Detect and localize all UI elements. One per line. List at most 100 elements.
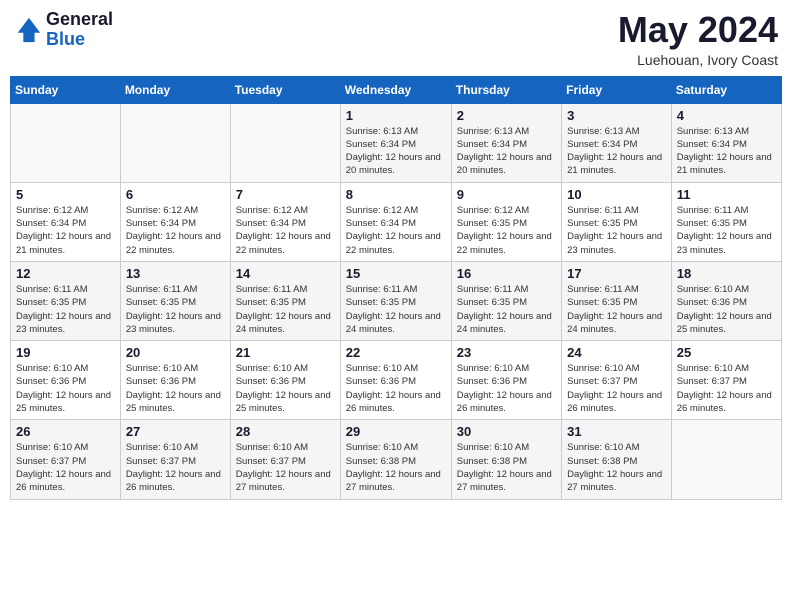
day-info: Sunrise: 6:12 AM Sunset: 6:34 PM Dayligh… [346, 204, 446, 257]
day-info: Sunrise: 6:10 AM Sunset: 6:37 PM Dayligh… [567, 362, 666, 415]
day-info: Sunrise: 6:11 AM Sunset: 6:35 PM Dayligh… [567, 283, 666, 336]
day-info: Sunrise: 6:11 AM Sunset: 6:35 PM Dayligh… [457, 283, 556, 336]
day-number: 20 [126, 345, 225, 360]
day-number: 19 [16, 345, 115, 360]
day-info: Sunrise: 6:12 AM Sunset: 6:35 PM Dayligh… [457, 204, 556, 257]
day-number: 30 [457, 424, 556, 439]
day-number: 3 [567, 108, 666, 123]
day-info: Sunrise: 6:11 AM Sunset: 6:35 PM Dayligh… [567, 204, 666, 257]
day-number: 15 [346, 266, 446, 281]
day-info: Sunrise: 6:12 AM Sunset: 6:34 PM Dayligh… [236, 204, 335, 257]
day-info: Sunrise: 6:10 AM Sunset: 6:37 PM Dayligh… [126, 441, 225, 494]
day-info: Sunrise: 6:10 AM Sunset: 6:37 PM Dayligh… [236, 441, 335, 494]
calendar-cell: 25Sunrise: 6:10 AM Sunset: 6:37 PM Dayli… [671, 341, 781, 420]
day-info: Sunrise: 6:10 AM Sunset: 6:36 PM Dayligh… [677, 283, 776, 336]
calendar-cell: 19 Sunrise: 6:10 AM Sunset: 6:36 PM Dayli… [11, 341, 121, 420]
logo-line1: General [46, 10, 113, 30]
calendar-cell: 3 Sunrise: 6:13 AM Sunset: 6:34 PM Daylig… [562, 103, 672, 182]
calendar-cell: 15 Sunrise: 6:11 AM Sunset: 6:35 PM Dayli… [340, 261, 451, 340]
weekday-header-sunday: Sunday [11, 76, 121, 103]
logo: General Blue [14, 10, 113, 50]
calendar-cell [671, 420, 781, 499]
day-number: 10 [567, 187, 666, 202]
calendar-cell [230, 103, 340, 182]
day-info: Sunrise: 6:10 AM Sunset: 6:38 PM Dayligh… [346, 441, 446, 494]
day-number: 4 [677, 108, 776, 123]
day-number: 31 [567, 424, 666, 439]
calendar-week-row: 12 Sunrise: 6:11 AM Sunset: 6:35 PM Dayli… [11, 261, 782, 340]
day-info: Sunrise: 6:11 AM Sunset: 6:35 PM Dayligh… [126, 283, 225, 336]
calendar-cell: 12 Sunrise: 6:11 AM Sunset: 6:35 PM Dayli… [11, 261, 121, 340]
logo-icon [14, 16, 42, 44]
day-number: 24 [567, 345, 666, 360]
calendar-cell: 8 Sunrise: 6:12 AM Sunset: 6:34 PM Daylig… [340, 182, 451, 261]
day-info: Sunrise: 6:10 AM Sunset: 6:36 PM Dayligh… [236, 362, 335, 415]
day-info: Sunrise: 6:12 AM Sunset: 6:34 PM Dayligh… [126, 204, 225, 257]
day-number: 9 [457, 187, 556, 202]
weekday-header-wednesday: Wednesday [340, 76, 451, 103]
calendar-cell: 16 Sunrise: 6:11 AM Sunset: 6:35 PM Dayli… [451, 261, 561, 340]
calendar-week-row: 5Sunrise: 6:12 AM Sunset: 6:34 PM Daylig… [11, 182, 782, 261]
day-info: Sunrise: 6:10 AM Sunset: 6:36 PM Dayligh… [16, 362, 115, 415]
day-number: 29 [346, 424, 446, 439]
day-info: Sunrise: 6:13 AM Sunset: 6:34 PM Dayligh… [677, 125, 776, 178]
calendar-cell: 18 Sunrise: 6:10 AM Sunset: 6:36 PM Dayli… [671, 261, 781, 340]
calendar-cell: 13Sunrise: 6:11 AM Sunset: 6:35 PM Dayli… [120, 261, 230, 340]
calendar-cell: 21 Sunrise: 6:10 AM Sunset: 6:36 PM Dayli… [230, 341, 340, 420]
day-info: Sunrise: 6:11 AM Sunset: 6:35 PM Dayligh… [677, 204, 776, 257]
calendar-week-row: 1 Sunrise: 6:13 AM Sunset: 6:34 PM Daylig… [11, 103, 782, 182]
day-number: 18 [677, 266, 776, 281]
weekday-header-monday: Monday [120, 76, 230, 103]
title-block: May 2024 Luehouan, Ivory Coast [618, 10, 778, 68]
weekday-header-saturday: Saturday [671, 76, 781, 103]
calendar-cell [11, 103, 121, 182]
day-info: Sunrise: 6:10 AM Sunset: 6:36 PM Dayligh… [457, 362, 556, 415]
calendar-cell [120, 103, 230, 182]
weekday-header-friday: Friday [562, 76, 672, 103]
calendar-table: SundayMondayTuesdayWednesdayThursdayFrid… [10, 76, 782, 500]
day-number: 2 [457, 108, 556, 123]
day-info: Sunrise: 6:10 AM Sunset: 6:37 PM Dayligh… [16, 441, 115, 494]
day-info: Sunrise: 6:13 AM Sunset: 6:34 PM Dayligh… [346, 125, 446, 178]
location: Luehouan, Ivory Coast [618, 52, 778, 68]
day-info: Sunrise: 6:13 AM Sunset: 6:34 PM Dayligh… [567, 125, 666, 178]
month-title: May 2024 [618, 10, 778, 50]
weekday-header-tuesday: Tuesday [230, 76, 340, 103]
day-number: 16 [457, 266, 556, 281]
day-number: 1 [346, 108, 446, 123]
calendar-cell: 29 Sunrise: 6:10 AM Sunset: 6:38 PM Dayli… [340, 420, 451, 499]
calendar-cell: 9 Sunrise: 6:12 AM Sunset: 6:35 PM Daylig… [451, 182, 561, 261]
day-info: Sunrise: 6:10 AM Sunset: 6:38 PM Dayligh… [567, 441, 666, 494]
calendar-cell: 24 Sunrise: 6:10 AM Sunset: 6:37 PM Dayli… [562, 341, 672, 420]
day-info: Sunrise: 6:11 AM Sunset: 6:35 PM Dayligh… [346, 283, 446, 336]
calendar-cell: 4 Sunrise: 6:13 AM Sunset: 6:34 PM Daylig… [671, 103, 781, 182]
weekday-header-thursday: Thursday [451, 76, 561, 103]
page-header: General Blue May 2024 Luehouan, Ivory Co… [10, 10, 782, 68]
day-info: Sunrise: 6:12 AM Sunset: 6:34 PM Dayligh… [16, 204, 115, 257]
calendar-cell: 2 Sunrise: 6:13 AM Sunset: 6:34 PM Daylig… [451, 103, 561, 182]
logo-text: General Blue [46, 10, 113, 50]
day-number: 14 [236, 266, 335, 281]
day-number: 21 [236, 345, 335, 360]
day-number: 8 [346, 187, 446, 202]
calendar-cell: 10 Sunrise: 6:11 AM Sunset: 6:35 PM Dayli… [562, 182, 672, 261]
day-info: Sunrise: 6:13 AM Sunset: 6:34 PM Dayligh… [457, 125, 556, 178]
day-number: 26 [16, 424, 115, 439]
day-number: 12 [16, 266, 115, 281]
calendar-week-row: 26 Sunrise: 6:10 AM Sunset: 6:37 PM Dayli… [11, 420, 782, 499]
calendar-cell: 23Sunrise: 6:10 AM Sunset: 6:36 PM Dayli… [451, 341, 561, 420]
weekday-header-row: SundayMondayTuesdayWednesdayThursdayFrid… [11, 76, 782, 103]
calendar-cell: 6Sunrise: 6:12 AM Sunset: 6:34 PM Daylig… [120, 182, 230, 261]
calendar-cell: 26 Sunrise: 6:10 AM Sunset: 6:37 PM Dayli… [11, 420, 121, 499]
calendar-cell: 14Sunrise: 6:11 AM Sunset: 6:35 PM Dayli… [230, 261, 340, 340]
day-number: 27 [126, 424, 225, 439]
calendar-cell: 31 Sunrise: 6:10 AM Sunset: 6:38 PM Dayli… [562, 420, 672, 499]
calendar-cell: 30 Sunrise: 6:10 AM Sunset: 6:38 PM Dayli… [451, 420, 561, 499]
day-info: Sunrise: 6:10 AM Sunset: 6:36 PM Dayligh… [126, 362, 225, 415]
day-info: Sunrise: 6:10 AM Sunset: 6:38 PM Dayligh… [457, 441, 556, 494]
logo-line2: Blue [46, 30, 113, 50]
calendar-cell: 20 Sunrise: 6:10 AM Sunset: 6:36 PM Dayli… [120, 341, 230, 420]
day-number: 25 [677, 345, 776, 360]
day-number: 11 [677, 187, 776, 202]
day-info: Sunrise: 6:11 AM Sunset: 6:35 PM Dayligh… [16, 283, 115, 336]
